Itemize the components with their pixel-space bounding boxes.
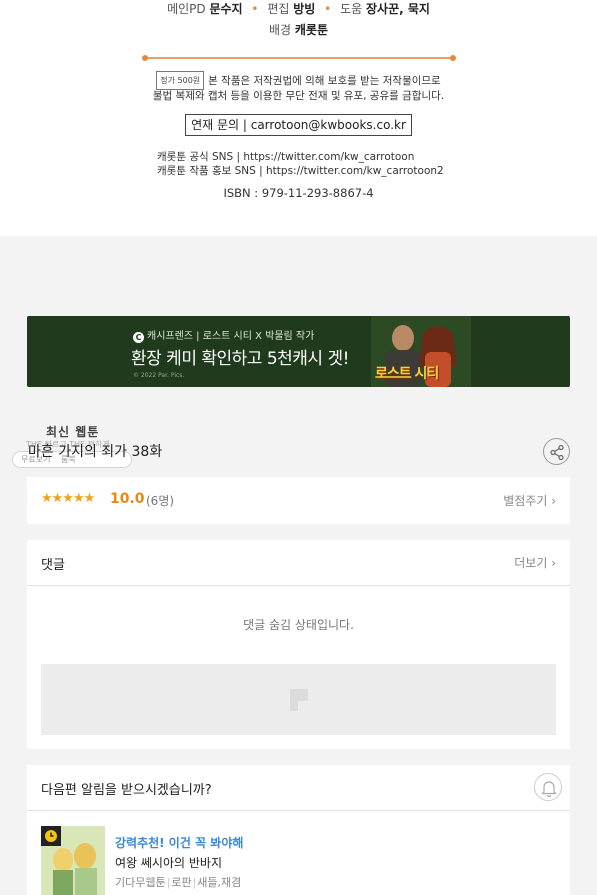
rec-meta-category: 기다무웹툰 [115,876,166,889]
comments-card: 댓글 더보기 › 댓글 숨김 상태입니다. [27,540,570,749]
next-episode-notify-card: 다음편 알림을 받으시겠습니까? 강력추천! 이건 꼭 봐야해 여왕 쎄시아의 … [27,765,570,895]
edit-label: 편집 [267,2,290,16]
sns-official: 캐롯툰 공식 SNS | https://twitter.com/kw_carr… [157,151,415,163]
rating-count: (6명) [146,494,175,508]
contact-box: 연재 문의 | carrotoon@kwbooks.co.kr [185,114,412,136]
promo-banner[interactable]: C 캐시프렌즈 | 로스트 시티 X 박물림 작가 환장 케미 확인하고 5천캐시… [27,316,570,387]
credits-section: 메인PD 문수지 • 편집 방빙 • 도움 장사꾼, 묵지 배경 캐롯툰 정가 … [0,0,597,236]
banner-movie-logo: 로스트 시티 [375,366,439,382]
recommended-thumbnail[interactable] [41,826,105,895]
notify-divider [27,810,570,811]
recommended-meta: 기다무웹툰|로판|새들,재겸 [115,876,242,889]
help-label: 도움 [340,2,363,16]
isbn: ISBN : 979-11-293-8867-4 [223,186,374,200]
notify-bell-button[interactable] [534,773,562,801]
notice-line-1: 본 작품은 저작권법에 의해 보호를 받는 저작물이므로 [208,75,441,87]
recommended-tag: 강력추천! 이건 꼭 봐야해 [115,836,244,850]
rate-button[interactable]: 별점주기 › [503,492,556,509]
bg-label: 배경 [268,23,292,37]
comments-more-link[interactable]: 더보기 › [514,554,556,571]
credits-bg-line: 배경 캐롯툰 [0,21,597,38]
comments-hidden-message: 댓글 숨김 상태입니다. [243,618,354,632]
banner-top-line: C 캐시프렌즈 | 로스트 시티 X 박물림 작가 [133,327,314,343]
edit-name: 방빙 [293,2,316,16]
help-name: 장사꾼, 묵지 [365,2,430,16]
rating-stars: ★★★★★ [41,491,95,506]
notify-question: 다음편 알림을 받으시겠습니까? [41,783,212,798]
recommended-title[interactable]: 여왕 쎄시아의 반바지 [115,854,222,871]
sns-promo: 캐롯툰 작품 홍보 SNS | https://twitter.com/kw_c… [157,165,444,177]
share-button[interactable] [543,438,570,465]
rating-score: 10.0 [110,491,145,507]
cashfriends-icon: C [133,332,144,343]
banner-top-text: 캐시프렌즈 | 로스트 시티 X 박물림 작가 [147,331,315,342]
banner-copyright: © 2022 Par. Pics. [133,372,185,379]
ad-placeholder-icon [290,689,308,711]
rec-meta-author: 새들,재겸 [197,876,242,889]
share-icon [550,444,564,461]
clock-icon [45,830,57,842]
credits-divider [142,55,456,61]
pd-name: 문수지 [209,2,243,16]
wait-free-badge [41,826,61,846]
rating-card: ★★★★★ 10.0 (6명) 별점주기 › [27,477,570,524]
pd-label: 메인PD [167,2,206,16]
comments-divider [27,585,570,586]
ad-placeholder[interactable] [41,664,556,735]
episode-title: 마흔 가지의 죄가 38화 [28,444,163,460]
copyright-notice-2: 불법 복제와 캡처 등을 이용한 무단 전재 및 유포, 공유를 금합니다. [152,90,445,102]
bg-name: 캐롯툰 [294,23,329,37]
rec-meta-genre: 로판 [171,876,192,889]
side-nav-title: 최신 웹툰 [46,425,100,439]
banner-headline: 환장 케미 확인하고 5천캐시 겟! [131,349,349,369]
comments-header: 댓글 [41,558,65,573]
credits-staff-line: 메인PD 문수지 • 편집 방빙 • 도움 장사꾼, 묵지 [167,2,430,16]
bell-icon [541,781,557,798]
